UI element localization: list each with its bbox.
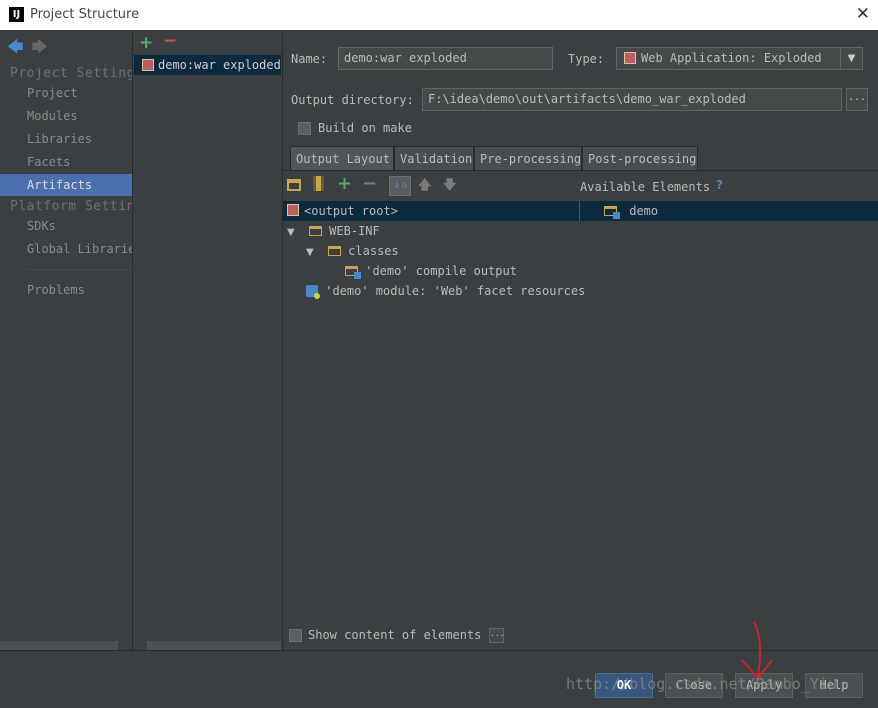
artifact-item[interactable]: demo:war exploded xyxy=(134,55,281,75)
add-artifact-icon[interactable]: + xyxy=(139,33,153,53)
nav-item-libraries[interactable]: Libraries xyxy=(0,128,132,150)
close-window-icon[interactable]: ✕ xyxy=(856,4,870,24)
artifact-item-label: demo:war exploded xyxy=(158,58,281,72)
compile-output-icon xyxy=(345,266,361,279)
nav-item-sdks[interactable]: SDKs xyxy=(0,215,132,237)
show-content-checkbox[interactable] xyxy=(289,629,302,642)
forward-arrow-icon[interactable]: 🡆 xyxy=(32,37,49,56)
name-field[interactable]: demo:war exploded xyxy=(338,47,553,70)
tree-node-label: 'demo' module: 'Web' facet resources xyxy=(325,284,586,298)
remove-artifact-icon[interactable]: − xyxy=(163,31,177,51)
window-title: Project Structure xyxy=(30,7,140,22)
expand-icon[interactable]: ▼ xyxy=(306,247,314,258)
section-project-settings: Project Setting xyxy=(10,66,132,81)
expand-icon[interactable]: ▼ xyxy=(287,227,295,238)
archive-icon[interactable] xyxy=(313,176,324,191)
artifact-editor: Name: demo:war exploded Type: Web Applic… xyxy=(283,30,878,652)
output-root-label: <output root> xyxy=(304,204,398,218)
browse-output-directory-button[interactable]: ... xyxy=(846,88,868,111)
available-element-demo[interactable]: demo xyxy=(604,201,658,221)
tab-validation[interactable]: Validation xyxy=(394,146,474,170)
tree-node-facet-resources[interactable]: 'demo' module: 'Web' facet resources xyxy=(306,281,585,301)
available-element-label: demo xyxy=(629,204,659,218)
settings-nav: 🡄 🡆 Project Setting Project Modules Libra… xyxy=(0,30,132,650)
show-content-options-button[interactable]: ... xyxy=(489,628,504,643)
help-icon[interactable]: ? xyxy=(716,178,723,192)
type-select[interactable]: Web Application: Exploded ▼ xyxy=(616,47,863,70)
type-select-value: Web Application: Exploded xyxy=(641,51,822,65)
nav-item-global-libraries[interactable]: Global Librarie xyxy=(0,238,132,260)
war-archive-icon xyxy=(624,52,636,64)
tree-node-label: WEB-INF xyxy=(329,224,380,238)
move-down-icon[interactable]: 🡇 xyxy=(443,176,456,198)
nav-scrollbar[interactable] xyxy=(0,641,118,650)
type-label: Type: xyxy=(568,52,605,66)
name-label: Name: xyxy=(291,52,328,66)
nav-divider xyxy=(27,269,131,270)
tree-node-classes[interactable]: ▼ classes xyxy=(306,241,399,261)
watermark: http://blog.csdn.net/Rambo_Yiu xyxy=(566,675,837,693)
nav-item-facets[interactable]: Facets xyxy=(0,151,132,173)
build-on-make-label: Build on make xyxy=(318,121,412,135)
nav-item-project[interactable]: Project xyxy=(0,82,132,104)
add-element-icon[interactable]: + xyxy=(337,173,352,194)
section-platform-settings: Platform Settin xyxy=(10,199,132,214)
tree-node-compile-output[interactable]: 'demo' compile output xyxy=(345,261,517,281)
tree-node-web-inf[interactable]: ▼ WEB-INF xyxy=(287,221,380,241)
red-annotation-arrow-icon xyxy=(741,621,773,680)
nav-arrows: 🡄 🡆 xyxy=(7,36,56,63)
output-root-node[interactable]: <output root> xyxy=(287,201,398,221)
output-directory-field[interactable]: F:\idea\demo\out\artifacts\demo_war_expl… xyxy=(422,88,842,111)
tree-node-label: 'demo' compile output xyxy=(365,264,517,278)
web-facet-icon xyxy=(306,285,320,299)
war-archive-icon xyxy=(142,59,154,71)
available-elements-label: Available Elements xyxy=(580,180,711,194)
tab-output-layout[interactable]: Output Layout xyxy=(290,146,394,170)
module-folder-icon xyxy=(604,206,620,219)
column-divider xyxy=(579,201,580,221)
nav-item-artifacts[interactable]: Artifacts xyxy=(0,174,132,196)
new-directory-icon[interactable] xyxy=(287,179,301,191)
back-arrow-icon[interactable]: 🡄 xyxy=(7,37,24,56)
artifact-list-panel: + − demo:war exploded xyxy=(133,30,282,650)
remove-element-icon[interactable]: − xyxy=(362,173,377,194)
intellij-logo-icon: IJ xyxy=(9,7,24,22)
tab-post-processing[interactable]: Post-processing xyxy=(582,146,698,170)
sort-elements-icon[interactable]: ↓a xyxy=(389,176,411,196)
folder-icon xyxy=(308,226,322,236)
artifact-list-scrollbar[interactable] xyxy=(147,641,281,650)
output-layout-panel: + − ↓a 🡅 🡇 Available Elements ? <output … xyxy=(283,170,878,652)
war-archive-icon xyxy=(287,204,299,216)
folder-icon xyxy=(327,246,341,256)
output-directory-label: Output directory: xyxy=(291,93,414,107)
build-on-make-checkbox[interactable] xyxy=(298,122,311,135)
nav-item-problems[interactable]: Problems xyxy=(0,279,132,301)
move-up-icon[interactable]: 🡅 xyxy=(418,176,431,198)
tab-pre-processing[interactable]: Pre-processing xyxy=(474,146,582,170)
nav-item-modules[interactable]: Modules xyxy=(0,105,132,127)
title-bar: IJ Project Structure ✕ xyxy=(0,0,878,30)
chevron-down-icon[interactable]: ▼ xyxy=(840,48,862,69)
show-content-label: Show content of elements xyxy=(308,628,482,642)
tree-node-label: classes xyxy=(348,244,399,258)
